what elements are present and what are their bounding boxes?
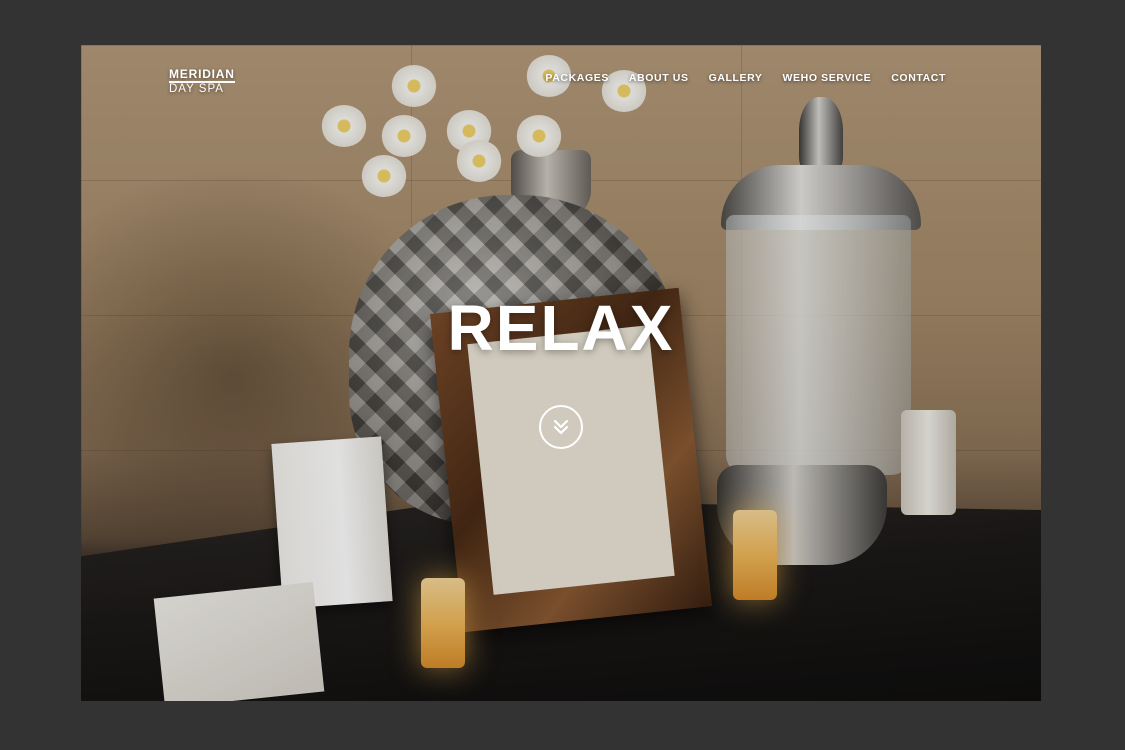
nav-link-gallery[interactable]: GALLERY [709,72,763,84]
nav-item-weho-service: WEHO SERVICE [783,68,872,86]
nav-link-contact[interactable]: CONTACT [891,72,946,84]
website-frame: MERIDIAN DAY SPA PACKAGES ABOUT US GALLE… [81,45,1041,701]
double-chevron-down-icon [553,419,569,435]
nav-item-packages: PACKAGES [545,68,609,86]
logo-subtitle: DAY SPA [169,83,224,95]
scroll-down-button[interactable] [539,405,583,449]
logo-name: MERIDIAN [169,67,235,83]
hero-background-photo [81,45,1041,701]
nav-link-weho-service[interactable]: WEHO SERVICE [783,72,872,84]
hero-title: RELAX [447,292,675,364]
nav-item-gallery: GALLERY [709,68,763,86]
main-nav: PACKAGES ABOUT US GALLERY WEHO SERVICE C… [545,68,946,86]
nav-link-about-us[interactable]: ABOUT US [629,72,689,84]
nav-item-about-us: ABOUT US [629,68,689,86]
nav-link-packages[interactable]: PACKAGES [545,72,609,84]
nav-item-contact: CONTACT [891,68,946,86]
site-logo[interactable]: MERIDIAN DAY SPA [169,68,235,96]
